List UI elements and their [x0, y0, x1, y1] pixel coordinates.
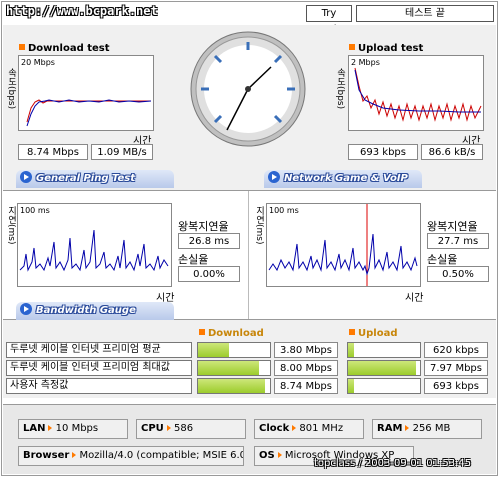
os-label: OS — [259, 450, 282, 461]
game-loss-value: 0.50% — [427, 266, 489, 282]
upload-rate-bps: 693 kbps — [348, 144, 418, 160]
browser-info: Browser Mozilla/4.0 (compatible; MSIE 6.… — [18, 446, 244, 466]
download-trace — [26, 99, 152, 127]
ram-label: RAM — [377, 423, 409, 434]
try-again-button[interactable]: Try again — [306, 5, 352, 35]
download-title: Download test — [19, 43, 110, 54]
tab-bandwidth-gauge[interactable]: Bandwidth Gauge — [16, 302, 174, 320]
ping-chart: 100 ms — [17, 203, 172, 287]
clock-info: Clock 801 MHz — [254, 419, 364, 439]
upload-value: 620 kbps — [424, 342, 488, 358]
cpu-info: CPU 586 — [136, 419, 246, 439]
clock-label: Clock — [259, 423, 296, 434]
download-level-fill — [198, 379, 265, 393]
clock-value: 801 MHz — [299, 423, 344, 434]
upload-level-fill — [348, 343, 354, 357]
lan-value: 10 Mbps — [55, 423, 99, 434]
download-rate-bps: 8.74 Mbps — [18, 144, 88, 160]
tab-bandwidth-gauge-label: Bandwidth Gauge — [36, 305, 136, 316]
download-level-fill — [198, 361, 260, 375]
tab-general-ping-label: General Ping Test — [36, 173, 136, 184]
bandwidth-upload-header: Upload — [349, 328, 397, 339]
ping-rtt-value: 26.8 ms — [178, 233, 240, 249]
cpu-value: 586 — [173, 423, 194, 434]
arrow-icon — [268, 171, 280, 183]
bandwidth-row-label: 두루넷 케이블 인터넷 프리미엄 평균 — [6, 342, 192, 358]
game-rtt-label: 왕복지연율 — [427, 220, 478, 233]
upload-level-bar — [347, 342, 421, 358]
upload-value: 7.97 Mbps — [424, 360, 488, 376]
tab-network-game[interactable]: Network Game & VoIP Test — [264, 170, 422, 202]
bandwidth-row-label: 두루넷 케이블 인터넷 프리미엄 최대값 — [6, 360, 192, 376]
cpu-label: CPU — [141, 423, 171, 434]
browser-label: Browser — [23, 450, 76, 461]
download-value: 8.74 Mbps — [274, 378, 338, 394]
download-level-fill — [198, 343, 229, 357]
game-loss-label: 손실율 — [427, 253, 458, 266]
upload-rate-bytes: 86.6 kB/s — [421, 144, 483, 160]
download-chart: 20 Mbps — [18, 55, 154, 131]
ram-value: 256 MB — [412, 423, 451, 434]
upload-chart: 2 Mbps — [348, 55, 484, 131]
upload-trace — [354, 67, 482, 122]
download-level-bar — [197, 378, 271, 394]
ping-rtt-label: 왕복지연율 — [178, 220, 229, 233]
game-trace — [268, 204, 418, 286]
upload-title: Upload test — [349, 43, 423, 54]
speed-gauge — [190, 31, 306, 147]
upload-value: 693 kbps — [424, 378, 488, 394]
game-xlabel: 시간 — [405, 293, 424, 304]
ping-loss-label: 손실율 — [178, 253, 209, 266]
download-rate-bytes: 1.09 MB/s — [91, 144, 153, 160]
arrow-icon — [20, 171, 32, 183]
upload-level-fill — [348, 379, 355, 393]
upload-level-bar — [347, 378, 421, 394]
ping-divider — [248, 191, 249, 319]
bandwidth-download-header: Download — [199, 328, 264, 339]
download-level-bar — [197, 360, 271, 376]
bandwidth-row-label: 사용자 측정값 — [6, 378, 192, 394]
ping-loss-value: 0.00% — [178, 266, 240, 282]
browser-value: Mozilla/4.0 (compatible; MSIE 6.0 — [79, 450, 244, 461]
game-ylabel: 지연(ms) — [254, 206, 264, 245]
arrow-icon — [20, 303, 32, 315]
site-url[interactable]: http://www.bcpark.net — [6, 4, 158, 18]
lan-info: LAN 10 Mbps — [18, 419, 128, 439]
download-level-bar — [197, 342, 271, 358]
ping-trace — [19, 229, 169, 272]
game-chart: 100 ms — [266, 203, 421, 287]
upload-ylabel: 속도(bps) — [335, 68, 345, 110]
ram-info: RAM 256 MB — [372, 419, 482, 439]
upload-level-bar — [347, 360, 421, 376]
download-ylabel: 속도(bps) — [6, 68, 16, 110]
download-value: 8.00 Mbps — [274, 360, 338, 376]
game-rtt-value: 27.7 ms — [427, 233, 489, 249]
status-field: 테스트 끝 — [356, 5, 494, 22]
upload-level-fill — [348, 361, 417, 375]
lan-label: LAN — [23, 423, 52, 434]
download-value: 3.80 Mbps — [274, 342, 338, 358]
footer-stamp: topclass / 2003-09-01 01:53:45 — [314, 458, 472, 469]
tab-general-ping[interactable]: General Ping Test — [16, 170, 174, 188]
